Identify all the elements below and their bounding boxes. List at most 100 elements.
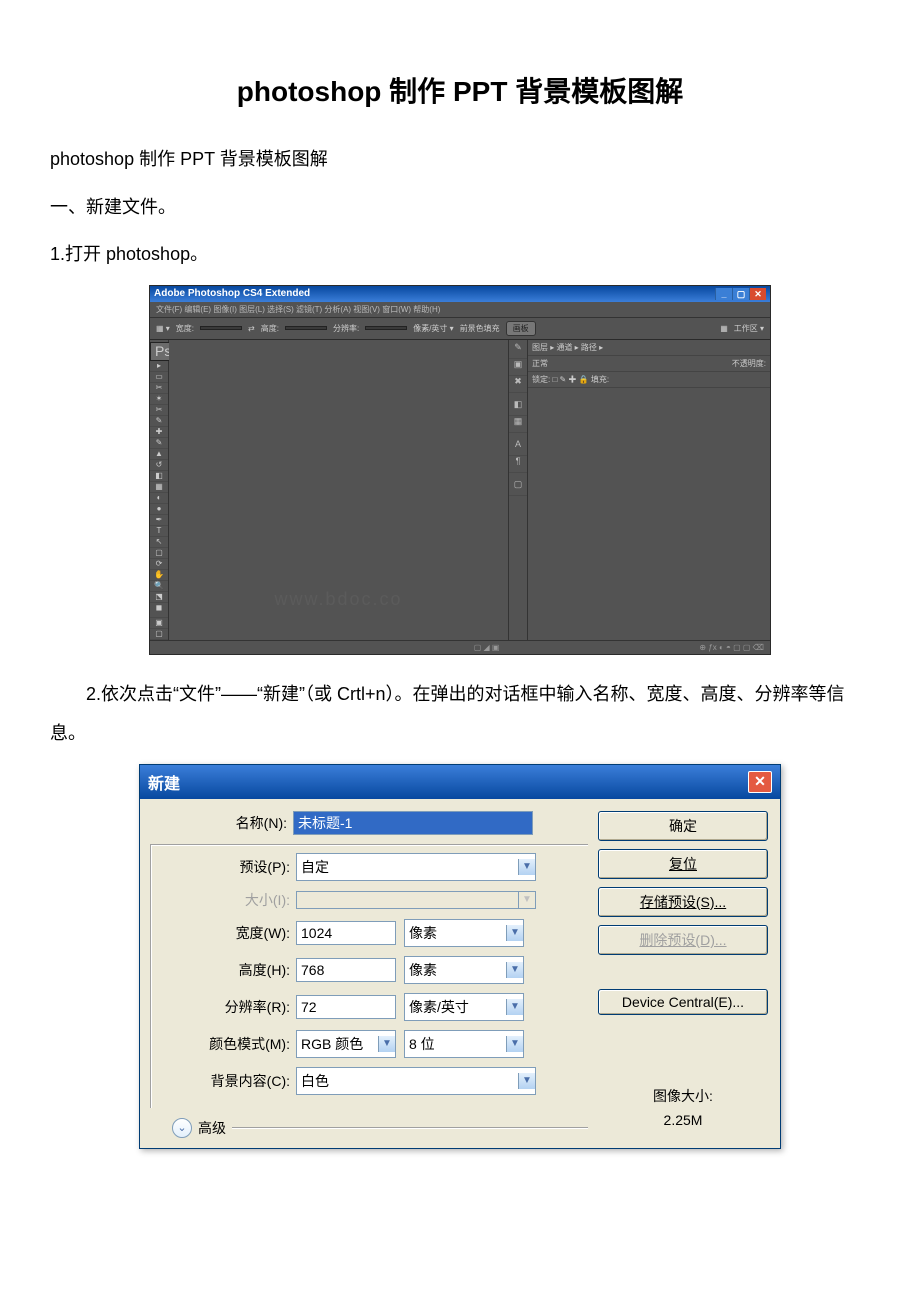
options-unit-select[interactable]: 像素/英寸 ▾ <box>413 323 453 334</box>
options-fill-label: 前景色填充 <box>460 323 500 334</box>
device-central-button[interactable]: Device Central(E)... <box>598 989 768 1015</box>
chevron-down-icon: ▼ <box>518 1073 535 1089</box>
history-tool-icon[interactable]: ↺ <box>150 460 168 471</box>
window-titlebar: Adobe Photoshop CS4 Extended _ ▢ ✕ <box>150 286 770 302</box>
layers-blend-row[interactable]: 正常 不透明度: <box>528 356 770 372</box>
workspace-icon[interactable]: ▦ <box>720 324 728 333</box>
step-2: 2.依次点击“文件”——“新建”（或 Crtl+n）。在弹出的对话框中输入名称、… <box>50 675 870 754</box>
save-preset-button[interactable]: 存储预设(S)... <box>598 887 768 917</box>
dodge-tool-icon[interactable]: ● <box>150 504 168 515</box>
brush-tool-icon[interactable]: ✎ <box>150 438 168 449</box>
wand-tool-icon[interactable]: ✶ <box>150 394 168 405</box>
watermark-text: www.bdoc.co <box>169 589 508 610</box>
stamp-tool-icon[interactable]: ▲ <box>150 449 168 460</box>
move-tool-icon[interactable]: ▸ <box>150 361 168 372</box>
zoom-tool-icon[interactable]: 🔍 <box>150 581 168 592</box>
workspace-selector[interactable]: 工作区 ▾ <box>734 323 764 334</box>
quickmask-icon[interactable]: ▣ <box>150 618 168 629</box>
layers-panel: 图层 ▸ 通道 ▸ 路径 ▸ 正常 不透明度: 锁定: □ ✎ ✚ 🔒 填充: <box>527 340 770 640</box>
hand-tool-icon[interactable]: ✋ <box>150 570 168 581</box>
swatch-panel-icon[interactable]: ▦ <box>509 416 527 433</box>
color-mode-select[interactable]: RGB 颜色▼ <box>296 1030 396 1058</box>
eraser-tool-icon[interactable]: ◧ <box>150 471 168 482</box>
status-center: ▢ ◢ ▣ <box>474 643 500 652</box>
chevron-down-icon: ▼ <box>506 1036 523 1052</box>
maximize-button[interactable]: ▢ <box>732 288 749 300</box>
chevron-down-icon: ▼ <box>506 925 523 941</box>
lasso-tool-icon[interactable]: ✂ <box>150 383 168 394</box>
preset-select[interactable]: 自定▼ <box>296 853 536 881</box>
width-input[interactable] <box>296 921 396 945</box>
heal-tool-icon[interactable]: ✚ <box>150 427 168 438</box>
size-select: ▼ <box>296 891 536 909</box>
size-label: 大小(I): <box>155 890 296 910</box>
char-panel-icon[interactable]: ✖ <box>509 376 527 393</box>
step-1: 1.打开 photoshop。 <box>50 235 870 275</box>
options-icon: ▦ ▾ <box>156 324 170 333</box>
divider-line <box>232 1127 588 1129</box>
fg-bg-colors[interactable]: ◼ <box>150 603 168 618</box>
adjust-panel-icon[interactable]: ▢ <box>509 479 527 496</box>
name-label: 名称(N): <box>152 813 293 833</box>
path-tool-icon[interactable]: ↖ <box>150 537 168 548</box>
collapsed-panel-strip: ✎ ▣ ✖ ◧ ▦ A ¶ ▢ <box>508 340 527 640</box>
reset-button[interactable]: 复位 <box>598 849 768 879</box>
height-unit-select[interactable]: 像素▼ <box>404 956 524 984</box>
window-close-button[interactable]: ✕ <box>749 288 766 300</box>
status-icons: ⊕ ƒx ◐ ◓ ▢ ▢ ⌫ <box>699 643 764 652</box>
advanced-label[interactable]: 高级 <box>198 1118 226 1138</box>
advanced-toggle-row: ⌄ 高级 <box>152 1118 588 1138</box>
name-input[interactable] <box>293 811 533 835</box>
window-buttons: _ ▢ ✕ <box>715 288 766 300</box>
height-input[interactable] <box>296 958 396 982</box>
layers-tabs[interactable]: 图层 ▸ 通道 ▸ 路径 ▸ <box>528 340 770 356</box>
screenmode-icon[interactable]: ▢ <box>150 629 168 640</box>
options-canvas-button[interactable]: 画板 <box>506 321 536 336</box>
new-document-dialog: 新建 ✕ 名称(N): 预设(P): 自定▼ 大小(I): ▼ <box>139 764 781 1149</box>
type-tool-icon[interactable]: T <box>150 526 168 537</box>
advanced-chevron-icon[interactable]: ⌄ <box>172 1118 192 1138</box>
chevron-down-icon: ▼ <box>378 1036 395 1052</box>
resolution-unit-select[interactable]: 像素/英寸▼ <box>404 993 524 1021</box>
dialog-titlebar: 新建 ✕ <box>140 765 780 799</box>
image-size-label: 图像大小: <box>598 1086 768 1106</box>
menu-bar[interactable]: 文件(F) 编辑(E) 图像(I) 图层(L) 选择(S) 滤镜(T) 分析(A… <box>150 302 770 318</box>
tools-panel: Ps ▸ ▭ ✂ ✶ ✂ ✎ ✚ ✎ ▲ ↺ ◧ ▦ ◐ ● ✒ T ↖ ▢ ⟳… <box>150 340 169 640</box>
shape-tool-icon[interactable]: ▢ <box>150 548 168 559</box>
pen-tool-icon[interactable]: ✒ <box>150 515 168 526</box>
resolution-label: 分辨率(R): <box>155 997 296 1017</box>
gradient-tool-icon[interactable]: ▦ <box>150 482 168 493</box>
right-panels-area: ✎ ▣ ✖ ◧ ▦ A ¶ ▢ 图层 ▸ 通道 ▸ 路径 ▸ 正常 不透明度: … <box>508 340 770 640</box>
nav-panel-icon[interactable]: ✎ <box>509 342 527 359</box>
blur-tool-icon[interactable]: ◐ <box>150 493 168 504</box>
color-panel-icon[interactable]: ◧ <box>509 399 527 416</box>
eyedrop-tool-icon[interactable]: ✎ <box>150 416 168 427</box>
options-height-input[interactable] <box>285 326 327 330</box>
color-mode-label: 颜色模式(M): <box>155 1034 296 1054</box>
crop-tool-icon[interactable]: ✂ <box>150 405 168 416</box>
resolution-input[interactable] <box>296 995 396 1019</box>
options-res-input[interactable] <box>365 326 407 330</box>
background-select[interactable]: 白色▼ <box>296 1067 536 1095</box>
minimize-button[interactable]: _ <box>715 288 732 300</box>
hist-panel-icon[interactable]: ▣ <box>509 359 527 376</box>
options-swap-icon[interactable]: ⇄ <box>248 324 255 333</box>
3d-tool-icon[interactable]: ⟳ <box>150 559 168 570</box>
height-label: 高度(H): <box>155 960 296 980</box>
window-title-text: Adobe Photoshop CS4 Extended <box>154 288 310 299</box>
status-bar: ▢ ◢ ▣ ⊕ ƒx ◐ ◓ ▢ ▢ ⌫ <box>150 640 770 654</box>
para-panel-icon[interactable]: ¶ <box>509 456 527 473</box>
section-1-heading: 一、新建文件。 <box>50 188 870 228</box>
options-width-input[interactable] <box>200 326 242 330</box>
layers-lock-row[interactable]: 锁定: □ ✎ ✚ 🔒 填充: <box>528 372 770 388</box>
bit-depth-select[interactable]: 8 位▼ <box>404 1030 524 1058</box>
style-panel-icon[interactable]: A <box>509 439 527 456</box>
ok-button[interactable]: 确定 <box>598 811 768 841</box>
options-width-label: 宽度: <box>176 323 194 334</box>
marquee-tool-icon[interactable]: ▭ <box>150 372 168 383</box>
options-bar: ▦ ▾ 宽度: ⇄ 高度: 分辨率: 像素/英寸 ▾ 前景色填充 画板 ▦ 工作… <box>150 318 770 340</box>
width-unit-select[interactable]: 像素▼ <box>404 919 524 947</box>
color-swap-icon[interactable]: ⬔ <box>150 592 168 603</box>
dialog-close-button[interactable]: ✕ <box>748 771 772 793</box>
photoshop-screenshot: Adobe Photoshop CS4 Extended _ ▢ ✕ 文件(F)… <box>149 285 771 655</box>
